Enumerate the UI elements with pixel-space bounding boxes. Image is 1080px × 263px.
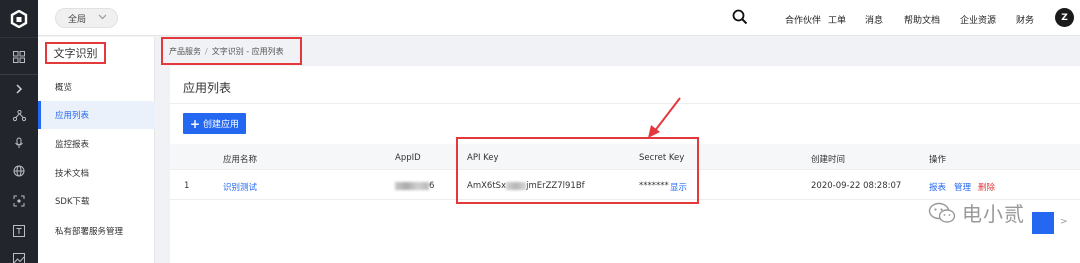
sidebar-title: 文字识别 — [45, 42, 106, 64]
breadcrumb-separator: / — [205, 46, 208, 56]
wechat-icon — [928, 202, 956, 223]
sidebar-item-tech-docs[interactable]: 技术文档 — [38, 159, 155, 187]
sidebar-item-monitor-report[interactable]: 监控报表 — [38, 130, 155, 158]
breadcrumb-item-current: 文字识别 - 应用列表 — [211, 46, 284, 56]
grid-icon[interactable] — [0, 44, 38, 70]
scope-label: 全局 — [68, 14, 87, 25]
breadcrumb-item-products[interactable]: 产品服务 — [169, 46, 201, 57]
mic-icon[interactable] — [0, 130, 38, 156]
nav-finance[interactable]: 财务 — [1016, 13, 1034, 26]
nav-help-docs[interactable]: 帮助文档 — [904, 13, 940, 26]
sidebar-item-app-list[interactable]: 应用列表 — [38, 101, 155, 129]
col-created-time: 创建时间 — [811, 155, 846, 165]
breadcrumb-bar: 产品服务 / 文字识别 - 应用列表 — [155, 37, 1080, 65]
text-box-icon[interactable] — [0, 218, 38, 244]
delete-link[interactable]: 删除 — [978, 181, 995, 193]
sidebar-item-label: 私有部署服务管理 — [55, 227, 124, 237]
sidebar-item-label: 概览 — [55, 83, 73, 93]
scan-icon[interactable] — [0, 188, 38, 214]
divider — [170, 103, 1080, 104]
expand-chevron-icon[interactable] — [0, 76, 38, 102]
logo-icon[interactable] — [0, 0, 38, 38]
avatar[interactable]: Z — [1055, 8, 1074, 27]
appid-value: 6 — [395, 181, 434, 191]
create-app-button[interactable]: + 创建应用 — [183, 113, 246, 134]
sidebar-item-sdk-download[interactable]: SDK下载 — [38, 187, 155, 215]
plus-icon: + — [189, 116, 201, 131]
sidebar-item-private-deploy[interactable]: 私有部署服务管理 — [38, 217, 155, 245]
pager-next[interactable]: > — [1060, 217, 1068, 227]
col-appid: AppID — [395, 153, 421, 163]
col-app-name: 应用名称 — [223, 155, 258, 165]
nav-messages[interactable]: 消息 — [865, 13, 883, 26]
watermark: 电小贰 — [928, 198, 1025, 227]
sidebar-item-label: 应用列表 — [55, 111, 90, 121]
top-header: 全局 合作伙伴 工单 消息 帮助文档 企业资源 财务 Z — [38, 0, 1080, 36]
sidebar-item-label: 监控报表 — [55, 140, 90, 150]
flow-icon[interactable] — [0, 103, 38, 129]
breadcrumb: 产品服务 / 文字识别 - 应用列表 — [161, 37, 302, 65]
left-rail — [0, 0, 38, 263]
create-app-label: 创建应用 — [203, 120, 240, 130]
sidebar-item-label: 技术文档 — [55, 169, 90, 179]
nav-tickets[interactable]: 工单 — [828, 13, 846, 26]
created-time-value: 2020-09-22 08:28:07 — [811, 181, 902, 191]
manage-link[interactable]: 管理 — [954, 181, 971, 193]
app-name-link[interactable]: 识别测试 — [223, 181, 257, 193]
col-actions: 操作 — [929, 155, 947, 165]
nav-enterprise-resources[interactable]: 企业资源 — [960, 13, 996, 26]
globe-icon[interactable] — [0, 158, 38, 184]
watermark-text: 电小贰 — [962, 202, 1025, 226]
nav-partners[interactable]: 合作伙伴 — [785, 13, 821, 26]
search-icon[interactable] — [732, 9, 748, 25]
sidebar-item-overview[interactable]: 概览 — [38, 73, 155, 101]
scope-selector[interactable]: 全局 — [55, 8, 118, 28]
row-index: 1 — [184, 181, 190, 191]
page-title: 应用列表 — [183, 81, 232, 95]
highlight-box-keys — [456, 137, 699, 204]
redacted-appid — [395, 181, 429, 190]
callout-arrow — [648, 97, 681, 138]
product-sidebar: 文字识别 概览 应用列表 监控报表 技术文档 SDK下载 私有部署服务管理 — [38, 37, 155, 263]
image-icon[interactable] — [0, 246, 38, 263]
sidebar-item-label: SDK下载 — [55, 197, 90, 207]
chevron-down-icon — [98, 12, 107, 24]
pager-current-page[interactable] — [1032, 212, 1054, 234]
report-link[interactable]: 报表 — [929, 181, 946, 193]
